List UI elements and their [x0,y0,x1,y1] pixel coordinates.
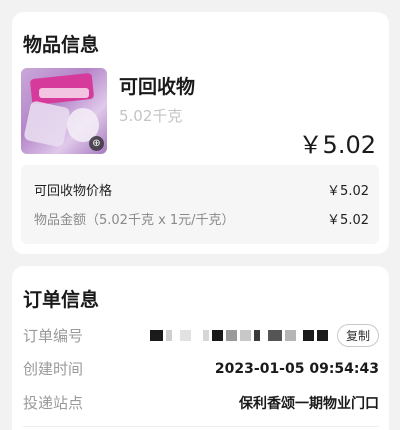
order-number-value: 复制 [149,324,379,347]
price-summary: 可回收物价格 ￥5.02 物品金额（5.02千克 x 1元/千克） ￥5.02 [21,165,379,244]
created-time-row: 创建时间 2023-01-05 09:54:43 [23,358,379,379]
created-time-value: 2023-01-05 09:54:43 [214,360,379,377]
item-weight: 5.02千克 [119,107,183,125]
divider [23,426,379,427]
item-price: ￥5.02 [298,131,376,159]
item-name: 可回收物 [119,76,196,98]
order-info-title: 订单信息 [23,289,100,311]
goods-info-card: 物品信息 ⊕ 可回收物 5.02千克 ￥5.02 可回收物价格 ￥5.02 物品… [12,12,389,254]
summary-row-item-amount: 物品金额（5.02千克 x 1元/千克） ￥5.02 [34,209,369,228]
copy-order-number-button[interactable]: 复制 [336,324,379,347]
delivery-station-row: 投递站点 保利香颂一期物业门口 [23,392,379,413]
order-number-row: 订单编号 复制 [23,324,379,347]
delivery-station-label: 投递站点 [23,394,84,412]
summary-value: ￥5.02 [327,184,369,199]
goods-info-title: 物品信息 [23,34,100,56]
summary-label: 物品金额（5.02千克 x 1元/千克） [34,213,235,228]
item-thumbnail[interactable]: ⊕ [21,68,107,154]
order-info-card: 订单信息 订单编号 复制 创建时间 2023-01-05 09:54:43 投递… [12,266,389,430]
delivery-station-value: 保利香颂一期物业门口 [239,395,379,412]
summary-row-recyclable-price: 可回收物价格 ￥5.02 [34,180,369,199]
zoom-icon[interactable]: ⊕ [89,136,104,151]
summary-value: ￥5.02 [327,213,369,228]
created-time-label: 创建时间 [23,360,84,378]
summary-label: 可回收物价格 [34,184,113,199]
order-number-label: 订单编号 [23,327,84,345]
